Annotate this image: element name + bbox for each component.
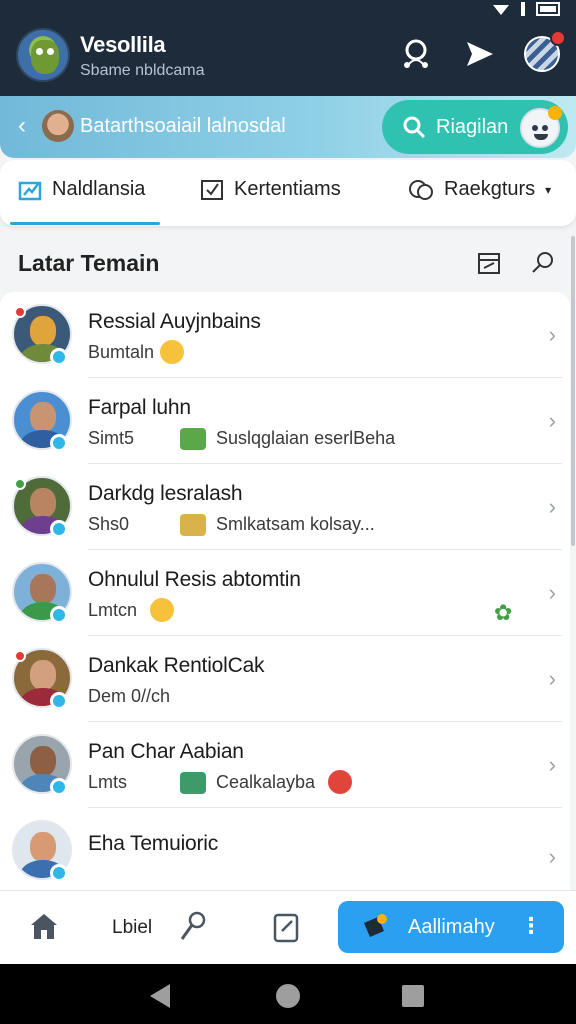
sticker-icon (180, 772, 206, 794)
list-item[interactable]: Ohnulul Resis abtomtin Lmtcn ✿ › (0, 550, 570, 636)
person-icon[interactable] (396, 34, 436, 74)
more-options-icon[interactable]: ⋮ (520, 912, 542, 940)
contact-name: Darkdg lesralash (88, 482, 243, 505)
search-button[interactable]: Riagilan (382, 100, 568, 154)
tab-label: Raekgturs (444, 178, 536, 200)
back-icon[interactable] (150, 984, 170, 1008)
heart-emoji-icon (328, 770, 352, 794)
app-header: Vesollila Sbame nbldcama (0, 20, 576, 98)
tab-label: Naldlansia (52, 178, 146, 200)
contact-name: Dankak RentiolCak (88, 654, 265, 677)
online-indicator (50, 778, 68, 796)
search-icon (403, 116, 426, 139)
message-snippet: Suslqglaian eserlBeha (216, 428, 396, 448)
edit-note-icon[interactable] (272, 911, 302, 948)
home-circle-icon[interactable] (276, 984, 300, 1008)
unread-badge (14, 650, 26, 662)
search-banner: ‹ Batarthsoaiail lalnosdal Riagilan (0, 96, 576, 158)
chat-bubble-icon (409, 179, 433, 200)
tab-label: Kertentiams (234, 178, 341, 200)
online-indicator (50, 692, 68, 710)
contact-meta: Shs0 (88, 514, 130, 534)
contact-meta: Lmtcn (88, 600, 138, 620)
list-item[interactable]: Pan Char Aabian Lmts Cealkalayba › (0, 722, 570, 808)
status-bar (0, 0, 576, 20)
search-label: Riagilan (436, 116, 509, 138)
contact-meta: Simt5 (88, 428, 135, 448)
account-avatar[interactable] (524, 30, 566, 72)
unread-badge (14, 478, 26, 490)
chevron-right-icon: › (548, 666, 556, 691)
contact-name: Ohnulul Resis abtomtin (88, 568, 301, 591)
chevron-right-icon: › (548, 580, 556, 605)
online-indicator (50, 348, 68, 366)
tab-raekgturs[interactable]: Raekgturs ▾ (408, 178, 551, 201)
chevron-right-icon: › (548, 494, 556, 519)
checkbox-icon (201, 179, 223, 200)
smile-emoji-icon (160, 340, 184, 364)
online-indicator (50, 434, 68, 452)
sticker-icon (180, 428, 206, 450)
chevron-right-icon: › (548, 752, 556, 777)
section-title: Latar Temain (18, 250, 160, 276)
contact-name: Ressial Auyjnbains (88, 310, 261, 333)
online-indicator (50, 606, 68, 624)
chevron-right-icon: › (548, 408, 556, 433)
app-title: Vesollila (80, 32, 166, 57)
home-icon[interactable] (28, 911, 60, 946)
contact-meta: Dem 0//ch (88, 686, 171, 706)
contact-name: Eha Temuioric (88, 832, 219, 855)
online-indicator (50, 520, 68, 538)
online-indicator (50, 864, 68, 882)
battery-icon (536, 2, 560, 16)
chevron-down-icon: ▾ (545, 182, 552, 197)
chevron-left-icon[interactable]: ‹ (18, 114, 26, 138)
section-header: Latar Temain (0, 232, 576, 292)
action-label: Aallimahy (408, 916, 495, 938)
list-item[interactable]: Farpal luhn Simt5 Suslqglaian eserlBeha … (0, 378, 570, 464)
unread-badge (14, 306, 26, 318)
bot-icon[interactable] (520, 106, 562, 148)
profile-avatar[interactable] (16, 28, 70, 82)
message-snippet: Smlkatsam kolsay... (216, 514, 375, 534)
chevron-right-icon: › (548, 322, 556, 347)
sticker-icon (180, 514, 206, 536)
list-item[interactable]: Dankak RentiolCak Dem 0//ch › (0, 636, 570, 722)
smile-emoji-icon (150, 598, 174, 622)
list-item[interactable]: Eha Temuioric › (0, 808, 570, 890)
system-nav-bar (0, 964, 576, 1024)
active-tab-indicator (10, 222, 160, 225)
contact-meta: Lmts (88, 772, 128, 792)
notification-badge (550, 30, 566, 46)
contact-meta: Bumtaln (88, 342, 155, 362)
wifi-icon (493, 5, 509, 15)
tab-naldlansia[interactable]: Naldlansia (18, 178, 145, 201)
recent-apps-icon[interactable] (402, 985, 424, 1007)
contact-name: Farpal luhn (88, 396, 191, 419)
sparkle-icon (364, 914, 387, 937)
tab-bar: Naldlansia Kertentiams Raekgturs ▾ (0, 160, 576, 226)
scrollbar[interactable] (571, 236, 575, 546)
send-icon[interactable] (460, 34, 500, 74)
chart-icon (18, 181, 42, 200)
message-snippet: Cealkalayba (216, 772, 316, 792)
banner-avatar (42, 110, 74, 142)
banner-title: Batarthsoaiail lalnosdal (80, 115, 286, 137)
list-item[interactable]: Ressial Auyjnbains Bumtaln › (0, 292, 570, 378)
chevron-right-icon: › (548, 844, 556, 869)
signal-icon (521, 2, 525, 16)
contact-name: Pan Char Aabian (88, 740, 244, 763)
tab-kertentiams[interactable]: Kertentiams (200, 178, 341, 201)
leaf-icon: ✿ (494, 600, 513, 625)
app-subtitle: Sbame nbldcama (80, 62, 205, 79)
contact-list: Ressial Auyjnbains Bumtaln › Farpal luhn… (0, 292, 570, 890)
primary-action-button[interactable]: Aallimahy ⋮ (338, 901, 564, 953)
list-item[interactable]: Darkdg lesralash Shs0 Smlkatsam kolsay..… (0, 464, 570, 550)
bottom-bar: Lbiel Aallimahy ⋮ (0, 890, 576, 964)
bottom-label[interactable]: Lbiel (112, 917, 152, 939)
calendar-icon[interactable] (474, 248, 504, 278)
microphone-icon[interactable] (178, 911, 208, 948)
search-icon[interactable] (528, 248, 558, 278)
